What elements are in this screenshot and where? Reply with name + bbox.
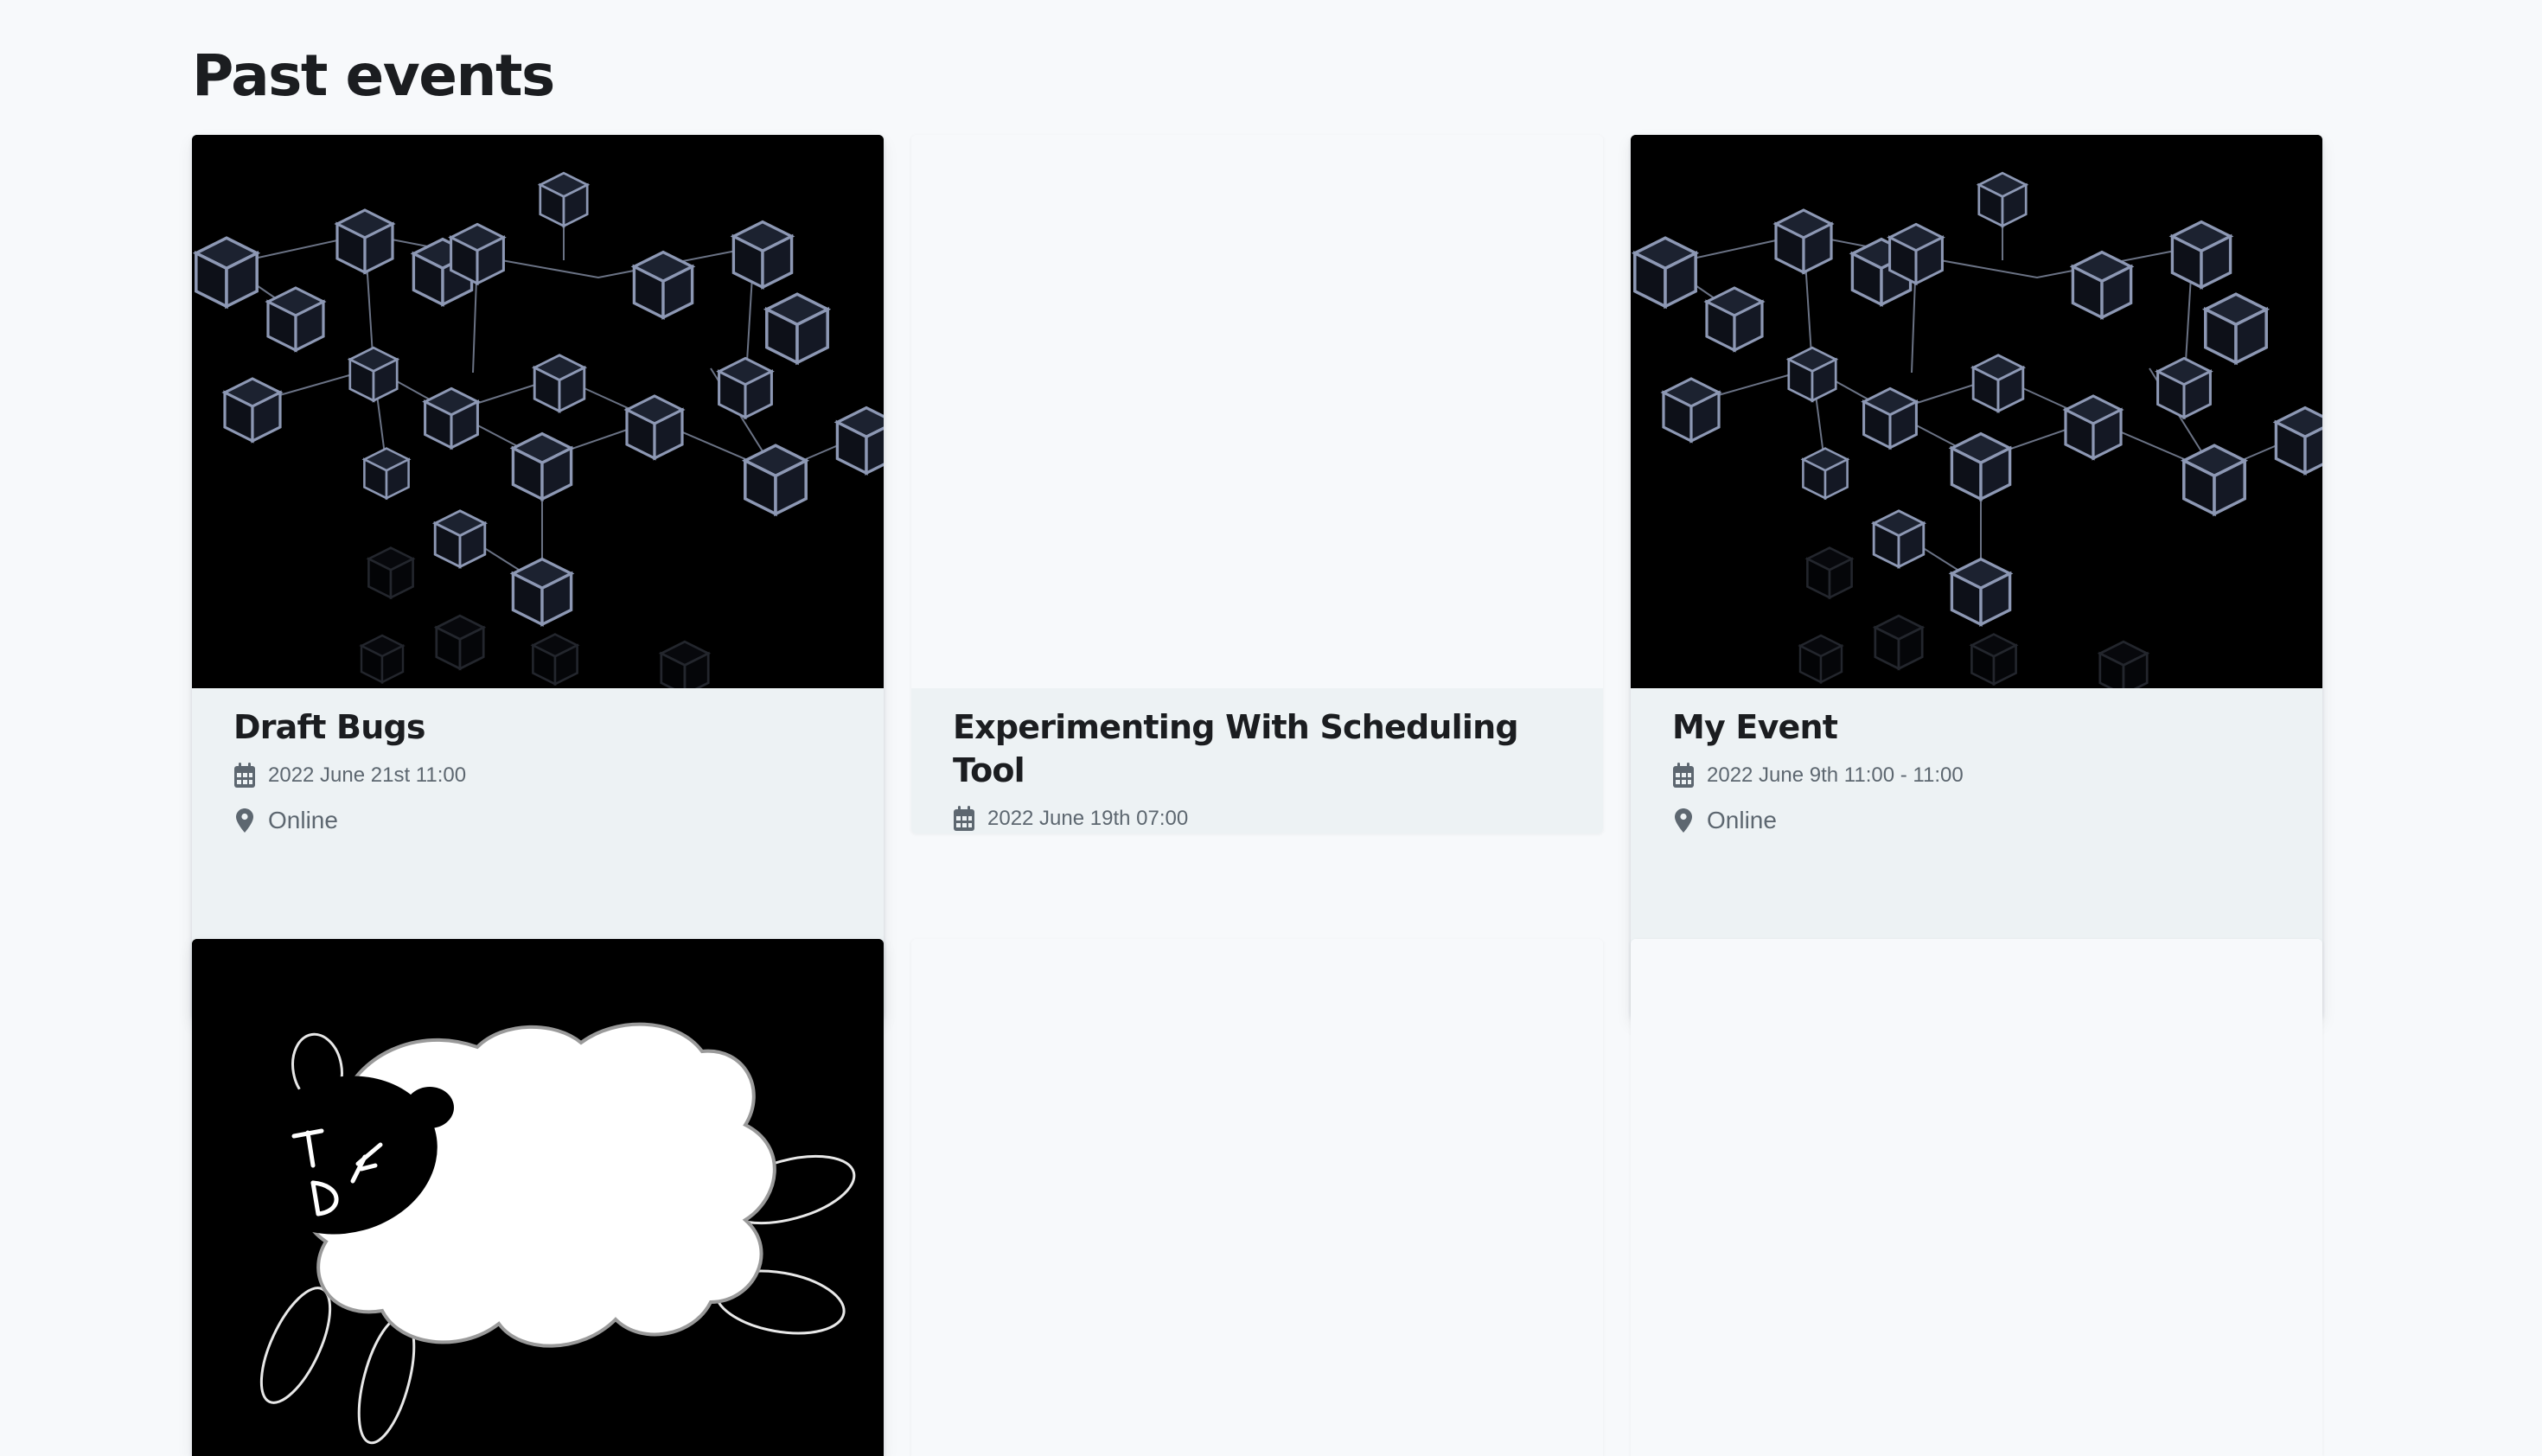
event-card-body: Experimenting With Scheduling Tool 2022 … [911, 688, 1603, 833]
event-location-text: Online [1707, 807, 1777, 833]
blockchain-cubes-image [1631, 135, 2322, 688]
event-location: Online [233, 797, 842, 844]
event-date-text: 2022 June 21st 11:00 [268, 763, 467, 787]
calendar-icon [953, 804, 975, 833]
event-image-placeholder [911, 135, 1603, 688]
event-location: Online [1672, 797, 2281, 844]
event-card[interactable] [1631, 939, 2322, 1456]
calendar-icon [1672, 761, 1695, 790]
event-card[interactable]: Draft Bugs 2022 June 21st 11:00 Online [192, 135, 884, 1019]
blockchain-cubes-image [192, 135, 884, 688]
page-title: Past events [192, 42, 555, 109]
event-image-placeholder [911, 939, 1603, 1456]
location-pin-icon [233, 806, 256, 835]
event-card[interactable]: Experimenting With Scheduling Tool 2022 … [911, 135, 1603, 833]
event-card[interactable] [911, 939, 1603, 1456]
event-title[interactable]: Experimenting With Scheduling Tool [953, 688, 1562, 792]
event-title[interactable]: My Event [1672, 688, 2281, 749]
event-date: 2022 June 9th 11:00 - 11:00 [1672, 754, 2281, 797]
calendar-icon [233, 761, 256, 790]
event-date-text: 2022 June 19th 07:00 [987, 807, 1189, 830]
event-date: 2022 June 21st 11:00 [233, 754, 842, 797]
event-date-text: 2022 June 9th 11:00 - 11:00 [1707, 763, 1964, 787]
event-card[interactable] [192, 939, 884, 1456]
event-card[interactable]: My Event 2022 June 9th 11:00 - 11:00 Onl… [1631, 135, 2322, 1019]
event-date: 2022 June 19th 07:00 [953, 797, 1562, 833]
sheep-drawing-image [192, 939, 884, 1456]
location-pin-icon [1672, 806, 1695, 835]
event-image-placeholder [1631, 939, 2322, 1456]
past-events-page: Past events Draft Bugs 2022 June 21st 11… [0, 0, 2542, 1456]
event-location-text: Online [268, 807, 338, 833]
event-title[interactable]: Draft Bugs [233, 688, 842, 749]
